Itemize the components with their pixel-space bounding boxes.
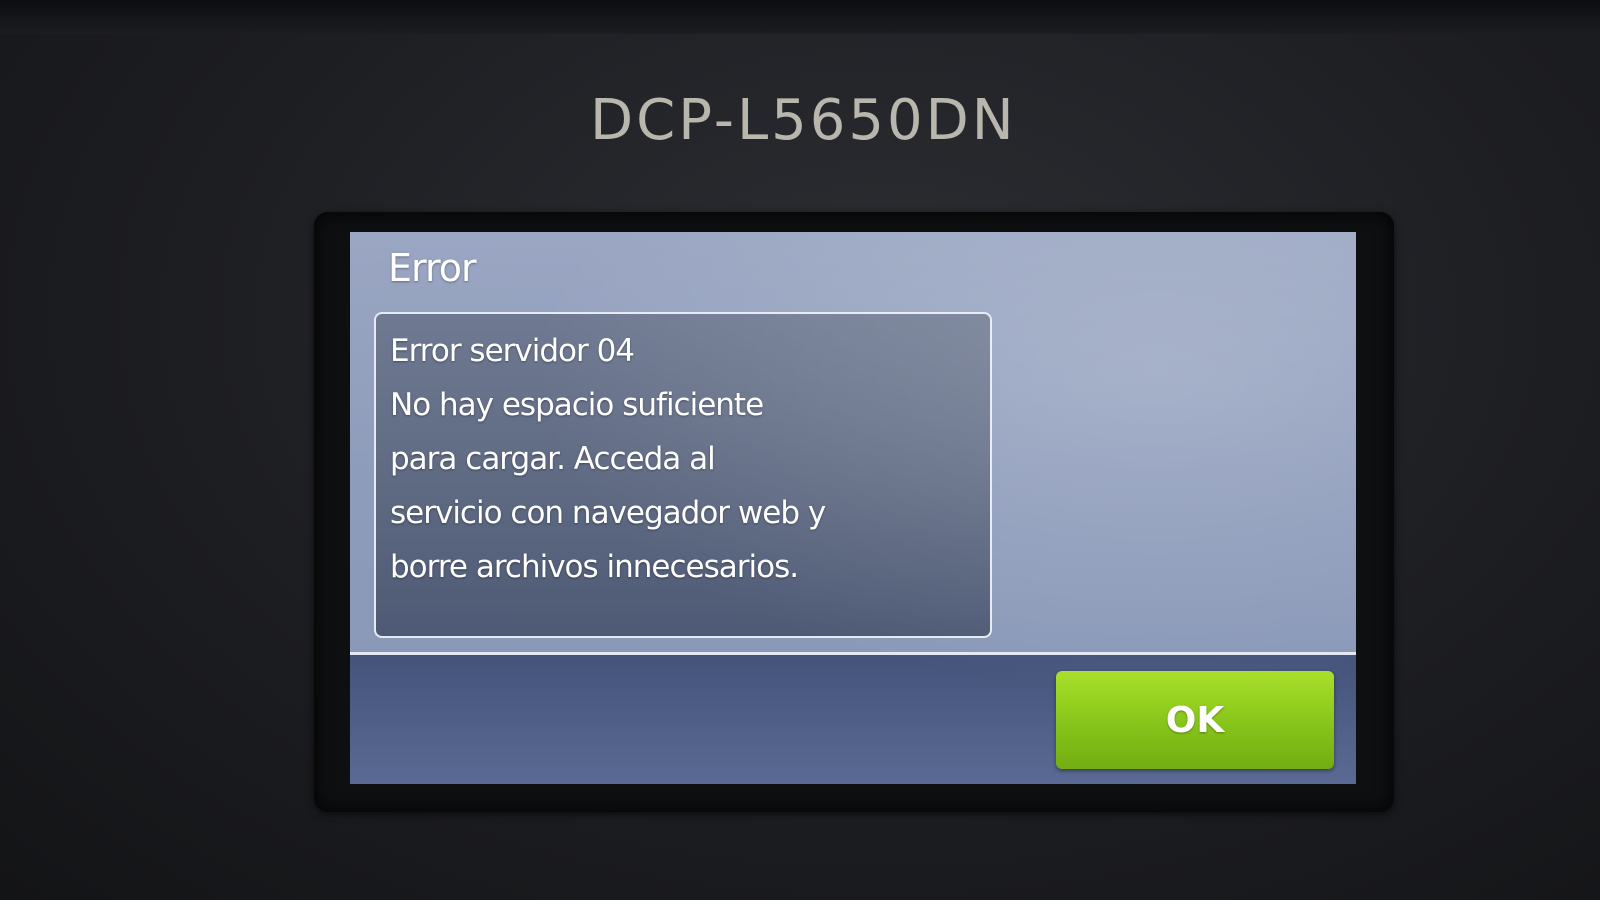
message-line: No hay espacio suficiente <box>390 387 764 423</box>
error-code-line: Error servidor 04 <box>390 333 635 369</box>
dialog-title: Error <box>388 246 477 290</box>
printer-top-edge <box>0 0 1600 34</box>
error-message-box: Error servidor 04 No hay espacio suficie… <box>374 312 992 638</box>
message-line: borre archivos innecesarios. <box>390 549 799 585</box>
touchscreen-display: Error Error servidor 04 No hay espacio s… <box>350 232 1356 784</box>
ok-button[interactable]: OK <box>1056 671 1334 769</box>
ok-button-label: OK <box>1165 699 1225 741</box>
dialog-button-bar: OK <box>350 655 1356 784</box>
model-label: DCP-L5650DN <box>590 88 1017 153</box>
message-line: servicio con navegador web y <box>390 495 826 531</box>
message-line: para cargar. Acceda al <box>390 441 716 477</box>
printer-control-panel: DCP-L5650DN Error Error servidor 04 No h… <box>0 0 1600 900</box>
